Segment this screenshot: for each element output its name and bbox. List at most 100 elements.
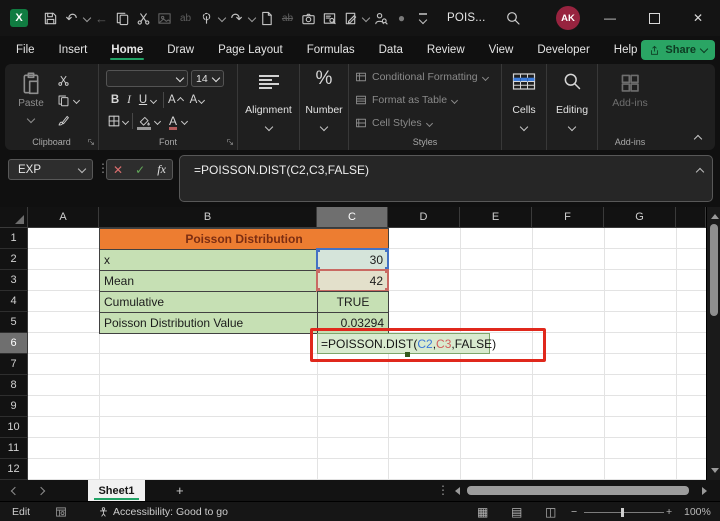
minimize-button[interactable]: — [588, 0, 632, 36]
sheet-options-icon[interactable]: ⋮ [437, 483, 449, 497]
name-box[interactable]: EXP [8, 159, 93, 180]
sheet-tab-sheet1[interactable]: Sheet1 [88, 480, 145, 501]
zoom-level[interactable]: 100% [684, 502, 711, 521]
column-header-g[interactable]: G [604, 207, 676, 228]
cell-c5-value[interactable]: 0.03294 [317, 312, 389, 334]
cell-b5-label[interactable]: Poisson Distribution Value [99, 312, 318, 334]
redo-dropdown-icon[interactable] [247, 13, 256, 23]
row-header-2[interactable]: 2 [0, 249, 28, 270]
cut-icon[interactable] [133, 7, 154, 29]
touch-mode-icon[interactable] [196, 7, 217, 29]
row-header-3[interactable]: 3 [0, 270, 28, 291]
row-header-4[interactable]: 4 [0, 291, 28, 312]
name-box-dropdown-icon[interactable] [77, 164, 87, 173]
insert-function-button[interactable]: fx [157, 162, 166, 177]
qat-overflow-icon[interactable] [412, 7, 433, 29]
collapse-formula-bar-icon[interactable] [695, 167, 705, 177]
ink-editor-icon[interactable] [340, 7, 361, 29]
camera-icon[interactable] [298, 7, 319, 29]
shrink-font-button[interactable]: A [190, 94, 206, 106]
column-header-f[interactable]: F [532, 207, 604, 228]
paste-button[interactable]: Paste [13, 72, 49, 127]
column-header-e[interactable]: E [460, 207, 532, 228]
view-page-layout-icon[interactable]: ▤ [511, 502, 522, 521]
tab-draw[interactable]: Draw [155, 36, 206, 63]
document-title[interactable]: POIS... [447, 12, 485, 24]
alignment-expand-icon[interactable] [264, 122, 273, 132]
cell-c4-value[interactable]: TRUE [317, 291, 389, 313]
row-header-9[interactable]: 9 [0, 396, 28, 417]
vertical-scrollbar[interactable] [706, 207, 720, 480]
fill-color-button[interactable] [137, 115, 162, 130]
cells-group[interactable]: Cells [502, 64, 547, 150]
collapse-ribbon-icon[interactable] [693, 134, 703, 144]
next-sheet-icon[interactable] [36, 486, 46, 496]
hscroll-left-icon[interactable] [455, 487, 460, 495]
cell-c2-value[interactable]: 30 [316, 248, 389, 271]
macro-record-icon[interactable] [55, 502, 67, 521]
vertical-scroll-thumb[interactable] [710, 224, 718, 316]
scroll-down-icon[interactable] [711, 468, 719, 473]
editing-expand-icon[interactable] [567, 122, 577, 132]
formula-input[interactable]: =POISSON.DIST(C2,C3,FALSE) [179, 155, 713, 202]
cell-b2-label[interactable]: x [99, 249, 318, 271]
tab-insert[interactable]: Insert [47, 36, 100, 63]
share-button[interactable]: Share [641, 40, 715, 60]
fill-handle[interactable] [405, 352, 410, 357]
select-all-corner[interactable] [0, 207, 28, 228]
cut-button[interactable] [57, 74, 79, 87]
print-preview-icon[interactable] [319, 7, 340, 29]
view-page-break-icon[interactable]: ◫ [545, 502, 556, 521]
undo-icon[interactable]: ↶ [61, 7, 82, 29]
zoom-in-button[interactable]: + [666, 502, 672, 521]
row-header-11[interactable]: 11 [0, 438, 28, 459]
column-header-b[interactable]: B [99, 207, 317, 228]
new-document-icon[interactable] [256, 7, 277, 29]
number-group[interactable]: % Number [300, 64, 349, 150]
number-expand-icon[interactable] [319, 122, 329, 132]
lookup-person-icon[interactable] [370, 7, 391, 29]
editing-group[interactable]: Editing [547, 64, 598, 150]
cell-c6-formula-edit[interactable]: =POISSON.DIST(C2, C3 ,FALSE) [317, 333, 496, 354]
scroll-up-icon[interactable] [711, 214, 719, 219]
tab-page-layout[interactable]: Page Layout [206, 36, 295, 63]
format-painter-button[interactable] [57, 114, 79, 127]
zoom-slider-track[interactable] [584, 512, 664, 513]
undo-dropdown-icon[interactable] [82, 13, 91, 23]
cell-b4-label[interactable]: Cumulative [99, 291, 318, 313]
close-button[interactable]: ✕ [676, 0, 720, 36]
enter-button[interactable]: ✓ [135, 163, 145, 177]
column-header-partial[interactable] [676, 207, 706, 228]
zoom-slider-thumb[interactable] [621, 508, 624, 517]
spreadsheet-grid[interactable]: A B C D E F G 1 2 3 4 5 6 7 8 9 10 11 12… [0, 207, 720, 480]
tab-developer[interactable]: Developer [525, 36, 601, 63]
row-header-6[interactable]: 6 [0, 333, 28, 354]
alignment-group[interactable]: Alignment [238, 64, 300, 150]
addins-button[interactable]: Add-ins [608, 72, 652, 109]
search-icon[interactable] [505, 10, 521, 26]
cell-b1-title[interactable]: Poisson Distribution [99, 228, 389, 250]
tab-review[interactable]: Review [415, 36, 477, 63]
tab-view[interactable]: View [477, 36, 526, 63]
conditional-formatting-button[interactable]: Conditional Formatting [355, 71, 489, 83]
cells-expand-icon[interactable] [519, 122, 529, 132]
column-header-d[interactable]: D [388, 207, 460, 228]
cancel-button[interactable]: ✕ [113, 163, 123, 177]
row-header-8[interactable]: 8 [0, 375, 28, 396]
account-avatar[interactable]: AK [556, 6, 580, 30]
hscroll-right-icon[interactable] [702, 487, 707, 495]
tab-file[interactable]: File [4, 36, 47, 63]
font-dialog-launcher-icon[interactable] [226, 138, 234, 146]
row-header-5[interactable]: 5 [0, 312, 28, 333]
add-sheet-button[interactable]: + [176, 483, 184, 498]
zoom-out-button[interactable]: − [571, 502, 577, 521]
accessibility-status[interactable]: Accessibility: Good to go [113, 502, 228, 521]
maximize-button[interactable] [632, 0, 676, 36]
horizontal-scroll-thumb[interactable] [467, 486, 689, 495]
cell-b3-label[interactable]: Mean [99, 270, 318, 292]
borders-button[interactable] [107, 114, 130, 128]
tab-data[interactable]: Data [367, 36, 415, 63]
row-header-10[interactable]: 10 [0, 417, 28, 438]
ink-editor-dropdown-icon[interactable] [361, 13, 370, 23]
italic-button[interactable]: I [122, 94, 136, 106]
